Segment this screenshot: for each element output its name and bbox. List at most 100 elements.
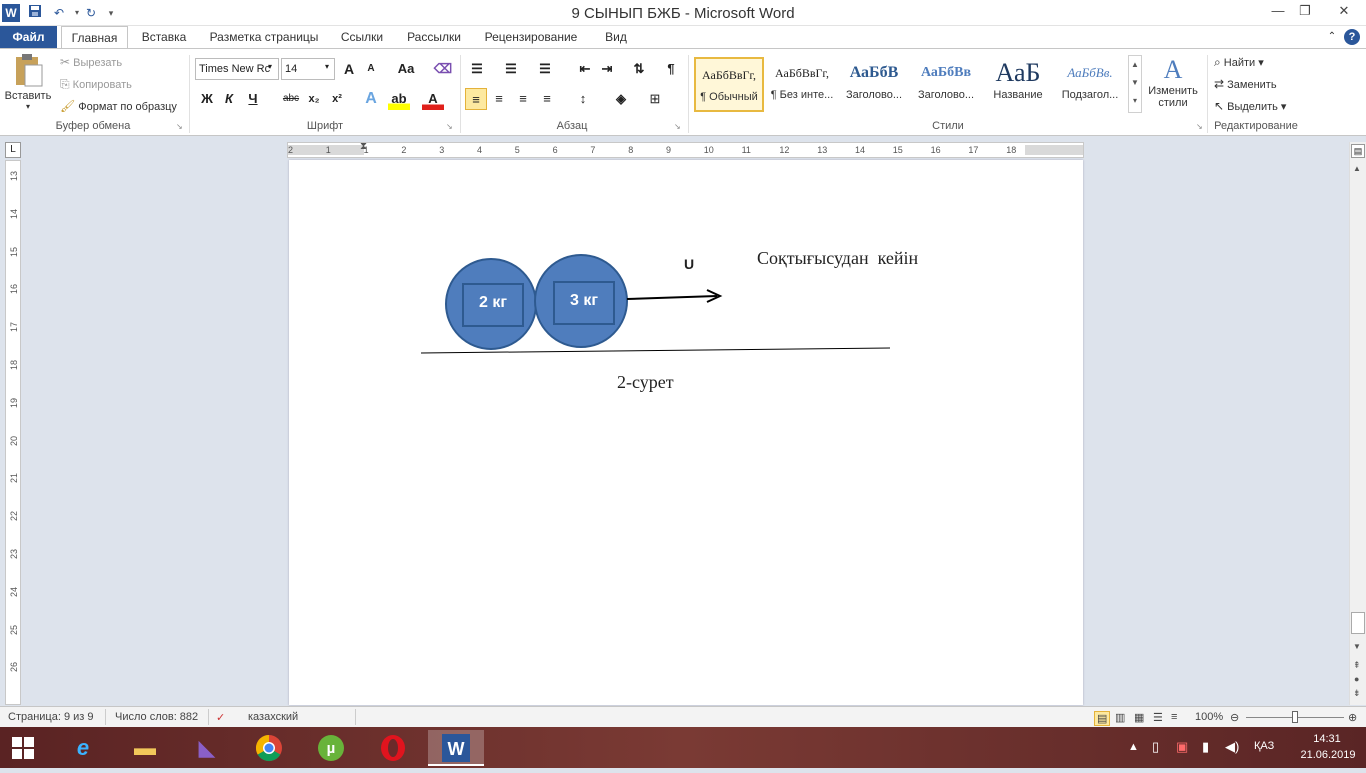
styles-scroll[interactable]: ▲ ▼ ▾ [1128,55,1142,113]
shading-icon[interactable]: ◈ [610,88,632,110]
clipboard-launcher-icon[interactable]: ↘ [176,122,183,131]
paste-button[interactable]: Вставить ▾ [4,53,52,117]
font-color-icon[interactable]: A [422,88,444,110]
tab-view[interactable]: Вид [596,26,636,48]
tab-mailings[interactable]: Рассылки [402,26,466,48]
close-button[interactable]: ✕ [1322,0,1366,22]
page-count[interactable]: Страница: 9 из 9 [8,711,94,723]
style-normal[interactable]: АаБбВвГг, ¶ Обычный [694,57,764,112]
superscript-button[interactable]: x² [326,88,348,110]
tab-file[interactable]: Файл [0,26,57,48]
scroll-up-icon[interactable]: ▲ [1353,164,1361,173]
bullets-icon[interactable]: ☰ [466,58,488,80]
restore-button[interactable]: ❐ [1290,0,1320,22]
find-button[interactable]: ⌕ Найти ▾ [1214,55,1264,70]
cut-button[interactable]: ✂ Вырезать [60,55,122,69]
style-title[interactable]: АаБ Название [983,57,1053,112]
word-count[interactable]: Число слов: 882 [115,711,198,723]
signal-icon[interactable]: ▮ [1202,739,1209,755]
style-subtitle[interactable]: АаБбВв. Подзагол... [1055,57,1125,112]
text-effects-icon[interactable]: A [360,88,382,110]
document-page[interactable]: 2 кг 3 кг U Соқтығысудан кейін 2-сурет [289,160,1083,705]
style-heading-2[interactable]: АаБбВв Заголово... [911,57,981,112]
word-taskbar-button[interactable]: W [428,730,484,766]
highlight-icon[interactable]: ab [388,88,410,110]
change-styles-button[interactable]: A Изменить стили [1146,55,1200,109]
zoom-level[interactable]: 100% [1195,711,1223,723]
prev-page-icon[interactable]: ⇞ [1353,660,1361,671]
scroll-thumb[interactable] [1351,612,1365,634]
scroll-down-icon[interactable]: ▼ [1353,642,1361,651]
clock-time[interactable]: 14:31 [1306,733,1348,745]
vertical-ruler[interactable]: 13 14 15 16 17 18 19 20 21 22 23 24 25 26 [5,160,21,705]
underline-button[interactable]: Ч [242,88,264,110]
font-name-dropdown-icon[interactable]: ▾ [268,62,272,71]
align-center-icon[interactable]: ≡ [488,88,510,110]
web-layout-icon[interactable]: ▦ [1134,711,1144,724]
input-language[interactable]: ҚАЗ [1254,740,1274,752]
font-name-select[interactable]: Times New Rc [195,58,279,80]
draft-icon[interactable]: ≡ [1171,711,1177,723]
horizontal-ruler[interactable]: 2 1 1 2 3 4 5 6 7 8 9 10 11 12 13 14 15 16 17 18 ⧗ [287,141,1084,158]
italic-button[interactable]: К [218,88,240,110]
minimize-ribbon-icon[interactable]: ⌃ [1322,26,1342,48]
tab-page-layout[interactable]: Разметка страницы [204,26,324,48]
font-size-dropdown-icon[interactable]: ▾ [325,62,329,71]
tab-home[interactable]: Главная [61,26,128,49]
subscript-button[interactable]: x₂ [303,88,325,110]
shrink-font-button[interactable]: A [360,58,382,80]
outline-icon[interactable]: ☰ [1153,711,1163,724]
indent-marker-icon[interactable]: ⧗ [360,141,367,152]
style-no-spacing[interactable]: АаБбВвГг, ¶ Без инте... [767,57,837,112]
language[interactable]: казахский [248,711,298,723]
line-spacing-icon[interactable]: ↕ [572,88,594,110]
bold-button[interactable]: Ж [196,88,218,110]
tab-review[interactable]: Рецензирование [478,26,584,48]
file-explorer-icon[interactable]: ▬ [122,730,168,766]
tab-selector[interactable]: L [5,142,21,158]
style-heading-1[interactable]: АаБбВ Заголово... [839,57,909,112]
strikethrough-button[interactable]: abc [278,88,304,110]
ruler-toggle-icon[interactable]: ▤ [1351,144,1365,158]
paragraph-launcher-icon[interactable]: ↘ [674,122,681,131]
format-painter-button[interactable]: 🖌 Формат по образцу [60,99,177,113]
start-button[interactable] [0,730,46,766]
chrome-icon[interactable] [246,730,292,766]
full-screen-reading-icon[interactable]: ▥ [1115,711,1125,724]
sort-icon[interactable]: ⇅ [628,58,650,80]
show-formatting-button[interactable]: ¶ [660,58,682,80]
next-page-icon[interactable]: ⇟ [1353,688,1361,699]
justify-icon[interactable]: ≡ [536,88,558,110]
change-case-button[interactable]: Aa [393,58,419,80]
internet-explorer-icon[interactable]: e [60,730,106,766]
utorrent-icon[interactable]: µ [308,730,354,766]
multilevel-list-icon[interactable]: ☰ [534,58,556,80]
visual-studio-icon[interactable]: ◣ [184,730,230,766]
device-icon[interactable]: ▯ [1152,739,1159,755]
font-launcher-icon[interactable]: ↘ [446,122,453,131]
increase-indent-icon[interactable]: ⇥ [596,58,618,80]
decrease-indent-icon[interactable]: ⇤ [574,58,596,80]
show-hidden-icons[interactable]: ▲ [1128,741,1139,753]
select-button[interactable]: ↖ Выделить ▾ [1214,99,1286,113]
print-layout-icon[interactable]: ▤ [1094,711,1111,726]
opera-icon[interactable] [370,730,416,766]
align-left-icon[interactable]: ≡ [465,88,487,110]
replace-button[interactable]: ⇄ Заменить [1214,77,1277,91]
browse-object-icon[interactable]: ● [1354,674,1359,684]
numbering-icon[interactable]: ☰ [500,58,522,80]
tab-insert[interactable]: Вставка [136,26,192,48]
copy-button[interactable]: ⎘ Копировать [60,77,132,92]
tab-references[interactable]: Ссылки [334,26,390,48]
vertical-scrollbar[interactable]: ▤ ▲ ▼ ⇞ ● ⇟ [1349,142,1366,705]
clear-formatting-icon[interactable]: ⌫ [432,58,454,80]
network-error-icon[interactable]: ▣ [1176,739,1188,755]
minimize-button[interactable]: — [1263,0,1293,22]
align-right-icon[interactable]: ≡ [512,88,534,110]
clock-date[interactable]: 21.06.2019 [1300,749,1356,761]
proofing-icon[interactable]: ✓ [216,711,225,724]
styles-launcher-icon[interactable]: ↘ [1196,122,1203,131]
help-icon[interactable]: ? [1344,29,1360,45]
grow-font-button[interactable]: A [338,58,360,80]
volume-icon[interactable]: ◀) [1225,739,1239,755]
